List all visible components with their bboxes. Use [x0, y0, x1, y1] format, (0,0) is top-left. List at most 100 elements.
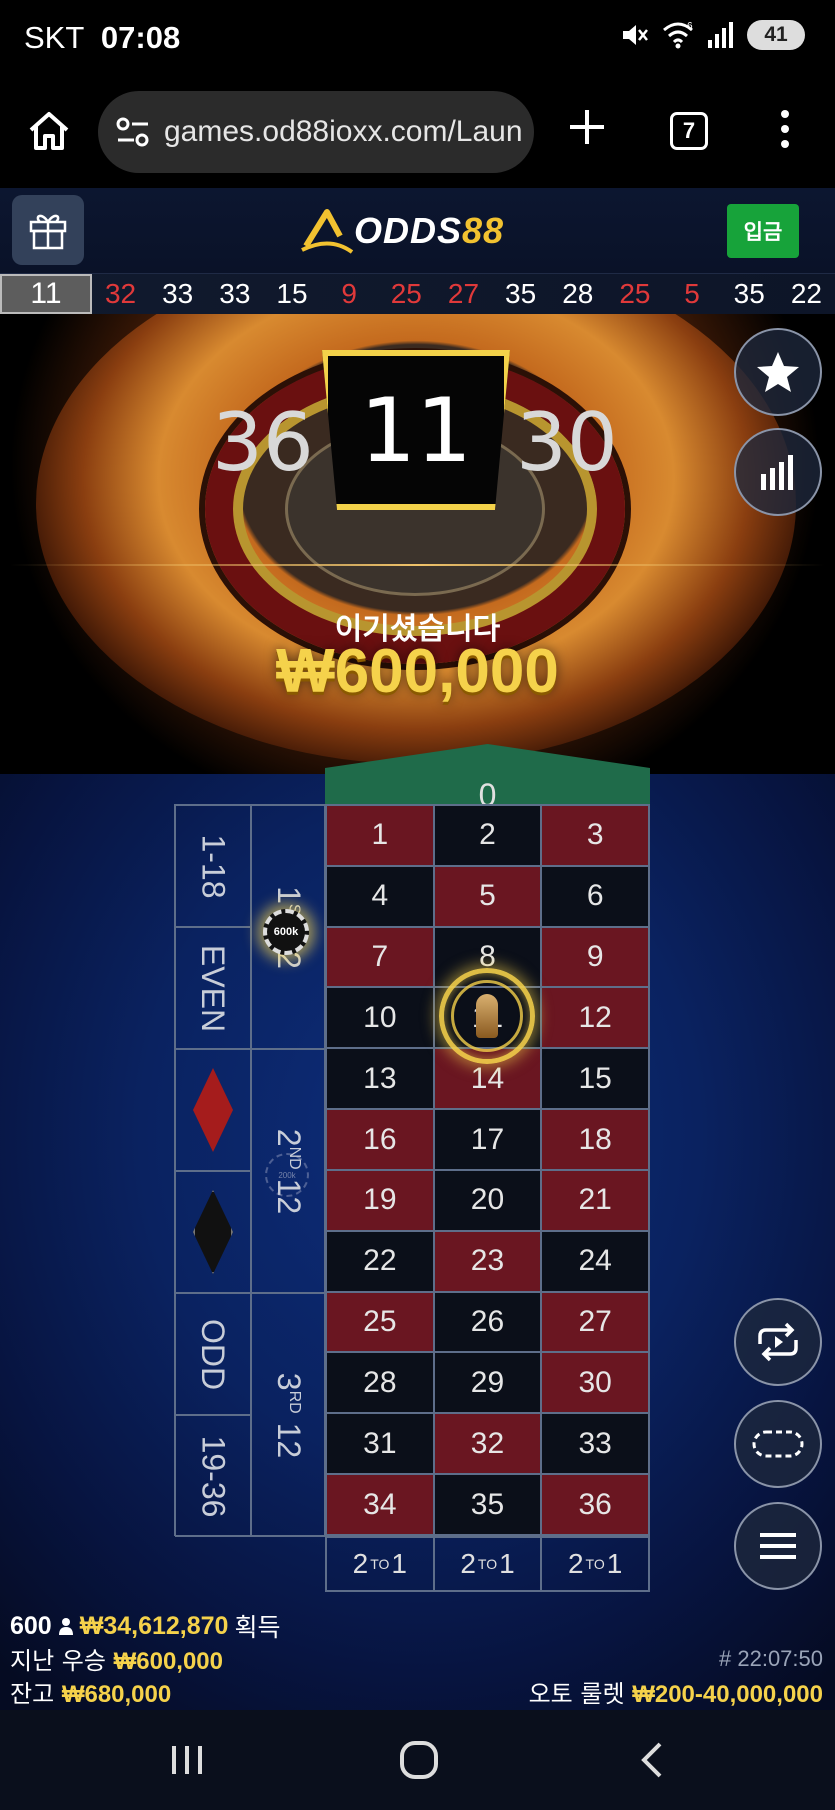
- prev-number: 36: [212, 396, 314, 489]
- result-history: 11 32 33 33 15 9 25 27 35 28 25 5 35 22: [0, 274, 835, 314]
- bet-number-27[interactable]: 27: [541, 1291, 649, 1353]
- bet-number-30[interactable]: 30: [541, 1352, 649, 1414]
- dozen3-sup: RD: [285, 1390, 303, 1414]
- url-text: games.od88ioxx.com/Laun: [164, 115, 523, 148]
- bet-number-31[interactable]: 31: [326, 1413, 434, 1475]
- bet-number-26[interactable]: 26: [433, 1291, 542, 1353]
- game-info-panel: 600 ₩34,612,870 획득 지난 우승 ₩600,000 잔고 ₩68…: [0, 1600, 835, 1710]
- balance-label: 잔고: [10, 1680, 55, 1708]
- bet-number-22[interactable]: 22: [326, 1230, 434, 1292]
- bet-column-2[interactable]: 2 TO 1: [433, 1537, 542, 1591]
- history-item: 22: [790, 278, 822, 309]
- history-item: 28: [562, 278, 594, 309]
- bet-number-2[interactable]: 2: [433, 805, 542, 866]
- outside-bets: 1-18 EVEN ODD 19-36 1ST 12 2ND 12 3RD 12…: [174, 804, 326, 1537]
- signal-icon: [708, 22, 733, 48]
- total-won: ₩34,612,870: [79, 1611, 229, 1640]
- wheel-view: 36 11 30 이기셨습니다 ₩600,000: [0, 314, 835, 774]
- bet-red[interactable]: [175, 1049, 251, 1171]
- bet-number-10[interactable]: 10: [326, 987, 434, 1049]
- bet-column-1[interactable]: 2 TO 1: [326, 1537, 434, 1591]
- gift-button[interactable]: [12, 195, 84, 265]
- bet-number-5[interactable]: 5: [433, 865, 542, 927]
- bet-number-29[interactable]: 29: [433, 1352, 542, 1414]
- bet-number-13[interactable]: 13: [326, 1048, 434, 1110]
- bet-3rd-12[interactable]: 3RD 12: [251, 1293, 326, 1537]
- bet-number-19[interactable]: 19: [326, 1169, 434, 1231]
- bet-number-20[interactable]: 20: [433, 1169, 542, 1231]
- bet-number-1[interactable]: 1: [326, 805, 434, 866]
- bet-number-9[interactable]: 9: [541, 926, 649, 988]
- bet-number-16[interactable]: 16: [326, 1109, 434, 1170]
- menu-button[interactable]: [734, 1502, 822, 1590]
- win-amount: ₩600,000: [276, 637, 559, 706]
- bet-black[interactable]: [175, 1171, 251, 1293]
- status-clock: 07:08: [100, 20, 181, 55]
- bet-number-36[interactable]: 36: [541, 1474, 649, 1535]
- bet-even[interactable]: EVEN: [175, 927, 251, 1049]
- track-view-button[interactable]: [734, 1400, 822, 1488]
- bet-number-25[interactable]: 25: [326, 1291, 434, 1353]
- bet-19-36[interactable]: 19-36: [175, 1415, 251, 1537]
- status-icons: 6 41: [619, 20, 805, 50]
- bet-number-28[interactable]: 28: [326, 1352, 434, 1414]
- gift-icon: [29, 214, 67, 250]
- deposit-button[interactable]: 입금: [727, 204, 799, 258]
- bet-number-24[interactable]: 24: [541, 1230, 649, 1292]
- bet-number-17[interactable]: 17: [433, 1109, 542, 1170]
- bet-number-15[interactable]: 15: [541, 1048, 649, 1110]
- bet-number-4[interactable]: 4: [326, 865, 434, 927]
- bet-number-3[interactable]: 3: [541, 805, 649, 866]
- bet-number-6[interactable]: 6: [541, 865, 649, 927]
- column-label-b: 1: [606, 1548, 623, 1579]
- bet-number-18[interactable]: 18: [541, 1109, 649, 1170]
- bet-even-label: EVEN: [195, 944, 232, 1032]
- ghost-chip: 200k: [265, 1153, 309, 1197]
- home-nav-icon[interactable]: [394, 1738, 444, 1782]
- site-settings-icon[interactable]: [114, 113, 152, 151]
- bet-odd[interactable]: ODD: [175, 1293, 251, 1415]
- bet-number-21[interactable]: 21: [541, 1169, 649, 1231]
- battery-indicator: 41: [747, 20, 805, 50]
- home-icon[interactable]: [26, 108, 72, 154]
- bet-number-23[interactable]: 23: [433, 1230, 542, 1292]
- recent-apps-icon[interactable]: [162, 1738, 212, 1782]
- tab-switcher-button[interactable]: 7: [670, 112, 708, 150]
- bet-chip[interactable]: 600k: [263, 909, 309, 955]
- betting-table-area: 0 1-18 EVEN ODD 19-36 1ST 12 2ND 12 3RD …: [0, 744, 835, 1710]
- odds88-logo: ODDS88: [300, 204, 504, 258]
- system-nav-bar: [0, 1710, 835, 1810]
- history-item: 9: [341, 278, 357, 309]
- status-bar: SKT 07:08 6 41: [0, 0, 835, 80]
- address-bar[interactable]: games.od88ioxx.com/Laun: [98, 91, 534, 173]
- browser-toolbar: games.od88ioxx.com/Laun 7: [0, 80, 835, 188]
- bet-number-34[interactable]: 34: [326, 1474, 434, 1535]
- wifi-icon: 6: [663, 21, 693, 49]
- column-label-a: 2: [567, 1548, 584, 1579]
- bet-column-3[interactable]: 2 TO 1: [541, 1537, 649, 1591]
- black-diamond-icon: [193, 1190, 233, 1274]
- repeat-bet-button[interactable]: [734, 1298, 822, 1386]
- bet-3rd-12-label: 3RD 12: [270, 1372, 307, 1457]
- bet-number-7[interactable]: 7: [326, 926, 434, 988]
- new-tab-icon[interactable]: [566, 106, 608, 148]
- history-item: 35: [733, 278, 765, 309]
- bet-number-33[interactable]: 33: [541, 1413, 649, 1475]
- back-icon[interactable]: [628, 1738, 678, 1782]
- dolly-icon: [476, 994, 498, 1038]
- bet-number-32[interactable]: 32: [433, 1413, 542, 1475]
- history-item: 32: [104, 278, 137, 309]
- history-item: 25: [390, 278, 422, 309]
- round-time: # 22:07:50: [719, 1646, 823, 1671]
- column-bets: 2 TO 1 2 TO 1 2 TO 1: [325, 1536, 650, 1592]
- statistics-button[interactable]: [734, 428, 822, 516]
- bet-number-35[interactable]: 35: [433, 1474, 542, 1535]
- favorite-button[interactable]: [734, 328, 822, 416]
- next-number: 30: [516, 396, 618, 489]
- history-item: 15: [276, 278, 308, 309]
- bet-1-18[interactable]: 1-18: [175, 805, 251, 927]
- bet-odd-label: ODD: [195, 1318, 232, 1390]
- history-item: 27: [447, 278, 480, 309]
- bet-number-12[interactable]: 12: [541, 987, 649, 1049]
- more-menu-icon[interactable]: [770, 106, 800, 152]
